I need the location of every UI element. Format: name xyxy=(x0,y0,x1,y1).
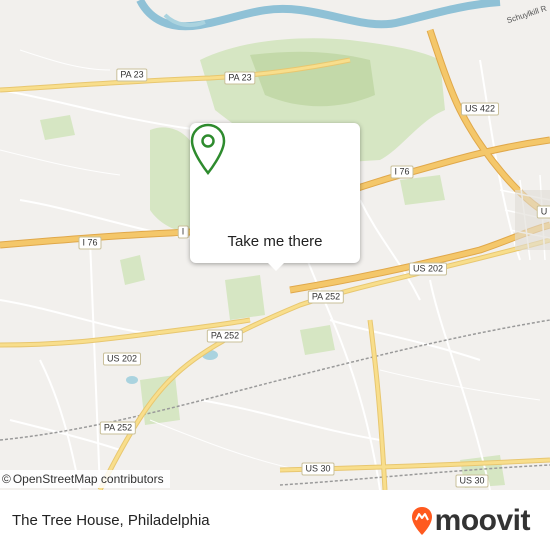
footer-bar: The Tree House, Philadelphia moovit xyxy=(0,490,550,550)
railway xyxy=(0,319,550,441)
road-shield-i76-small: I xyxy=(177,225,189,239)
road-shield-pa252-center: PA 252 xyxy=(307,290,345,304)
park-small-4 xyxy=(300,325,335,355)
road-shield-i76-west: I 76 xyxy=(78,236,102,250)
place-name: The Tree House, Philadelphia xyxy=(12,512,210,529)
road-shield-us30-east: US 30 xyxy=(455,474,489,488)
road-shield-us202-west: US 202 xyxy=(102,352,142,366)
road-shield-us422: US 422 xyxy=(460,102,500,116)
park-small-2 xyxy=(225,275,265,320)
road-shield-pa252-south: PA 252 xyxy=(99,421,137,435)
brand-name: moovit xyxy=(434,504,531,537)
pa252-road xyxy=(97,237,550,490)
urban-area xyxy=(515,190,550,250)
road-shield-edge: U xyxy=(536,205,550,219)
osm-contributors-link[interactable]: OpenStreetMap contributors xyxy=(13,470,164,488)
road-shield-us30-center: US 30 xyxy=(301,462,335,476)
moovit-logo[interactable]: moovit xyxy=(411,504,531,538)
location-popup: Take me there xyxy=(190,123,360,271)
park-small-5 xyxy=(400,175,445,205)
moovit-pin-icon xyxy=(411,507,432,535)
map-view[interactable]: PA 23 PA 23 US 422 I 76 I 76 I US 202 PA… xyxy=(0,0,550,490)
park-small-3 xyxy=(140,375,180,425)
road-shield-pa23-west: PA 23 xyxy=(116,68,148,82)
map-attribution: © OpenStreetMap contributors xyxy=(0,470,170,488)
road-shield-i76-east: I 76 xyxy=(390,165,414,179)
road-shield-pa252-west: PA 252 xyxy=(206,329,244,343)
park-small-6 xyxy=(40,115,75,140)
road-shield-pa23-north: PA 23 xyxy=(224,71,256,85)
schuylkill-river xyxy=(136,0,501,31)
location-pin-icon xyxy=(190,123,226,175)
road-shield-us202-east: US 202 xyxy=(408,262,448,276)
copyright-symbol: © xyxy=(2,472,11,486)
pond xyxy=(126,376,138,384)
park-small-1 xyxy=(120,255,145,285)
take-me-there-button[interactable]: Take me there xyxy=(210,229,340,255)
